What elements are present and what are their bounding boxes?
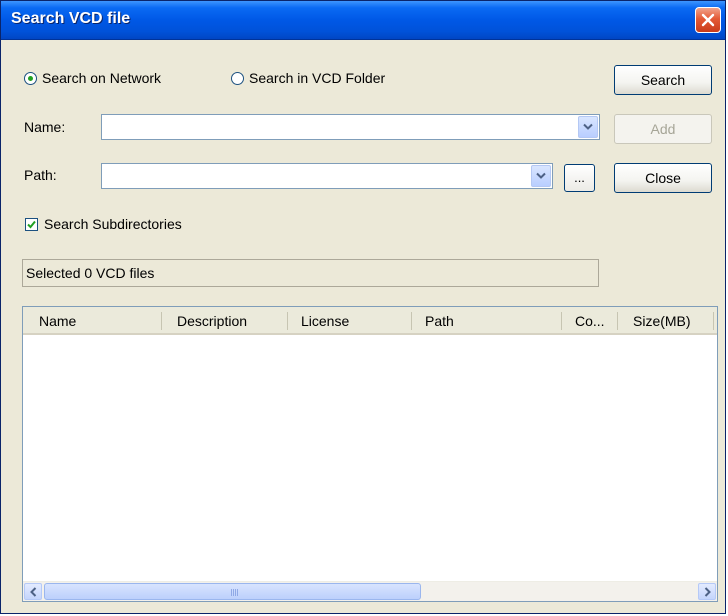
chevron-down-icon xyxy=(536,172,546,179)
browse-path-button[interactable]: ... xyxy=(564,164,595,192)
column-header-path[interactable]: Path xyxy=(417,307,561,333)
radio-search-folder[interactable]: Search in VCD Folder xyxy=(231,70,385,86)
column-header-description[interactable]: Description xyxy=(169,307,287,333)
arrow-left-icon xyxy=(30,587,37,597)
search-subdirectories-checkbox[interactable] xyxy=(25,217,38,231)
scroll-thumb[interactable] xyxy=(44,583,421,600)
scroll-left-button[interactable] xyxy=(24,583,42,600)
window-title: Search VCD file xyxy=(11,10,131,27)
scroll-grip xyxy=(231,589,239,596)
selection-status: Selected 0 VCD files xyxy=(22,259,599,287)
column-header-co[interactable]: Co... xyxy=(567,307,617,333)
search-subdirectories-option[interactable]: Search Subdirectories xyxy=(25,216,182,232)
scroll-right-button[interactable] xyxy=(698,583,716,600)
column-divider[interactable] xyxy=(287,312,288,330)
close-icon xyxy=(701,13,715,27)
path-dropdown-button[interactable] xyxy=(531,165,551,187)
close-window-button[interactable] xyxy=(695,7,721,33)
radio-button-unchecked[interactable] xyxy=(231,71,244,85)
column-divider[interactable] xyxy=(713,312,714,330)
chevron-down-icon xyxy=(583,123,593,130)
search-subdirectories-label: Search Subdirectories xyxy=(44,216,182,232)
arrow-right-icon xyxy=(704,587,711,597)
column-divider[interactable] xyxy=(411,312,412,330)
title-bar[interactable]: Search VCD file xyxy=(1,1,725,40)
radio-button-checked[interactable] xyxy=(24,71,37,85)
column-header-size[interactable]: Size(MB) xyxy=(625,307,715,333)
column-divider[interactable] xyxy=(161,312,162,330)
column-header-name[interactable]: Name xyxy=(31,307,161,333)
search-vcd-dialog: Search VCD file Search on Network Search… xyxy=(0,0,726,614)
name-combobox[interactable] xyxy=(101,114,600,140)
close-button[interactable]: Close xyxy=(614,163,712,193)
path-label: Path: xyxy=(24,167,57,183)
radio-selected-dot xyxy=(28,75,33,81)
column-divider[interactable] xyxy=(617,312,618,330)
path-combobox[interactable] xyxy=(101,163,553,189)
column-header-license[interactable]: License xyxy=(293,307,411,333)
list-header: Name Description License Path Co... Size… xyxy=(23,307,717,335)
radio-search-network[interactable]: Search on Network xyxy=(24,70,161,86)
check-icon xyxy=(27,220,36,228)
radio-search-network-label: Search on Network xyxy=(42,70,162,86)
column-divider[interactable] xyxy=(561,312,562,330)
horizontal-scrollbar[interactable] xyxy=(23,581,717,601)
results-list[interactable]: Name Description License Path Co... Size… xyxy=(22,306,718,602)
radio-search-folder-label: Search in VCD Folder xyxy=(249,70,386,86)
name-dropdown-button[interactable] xyxy=(578,116,598,138)
add-button[interactable]: Add xyxy=(614,114,712,144)
name-label: Name: xyxy=(24,119,66,135)
search-button[interactable]: Search xyxy=(614,65,712,95)
